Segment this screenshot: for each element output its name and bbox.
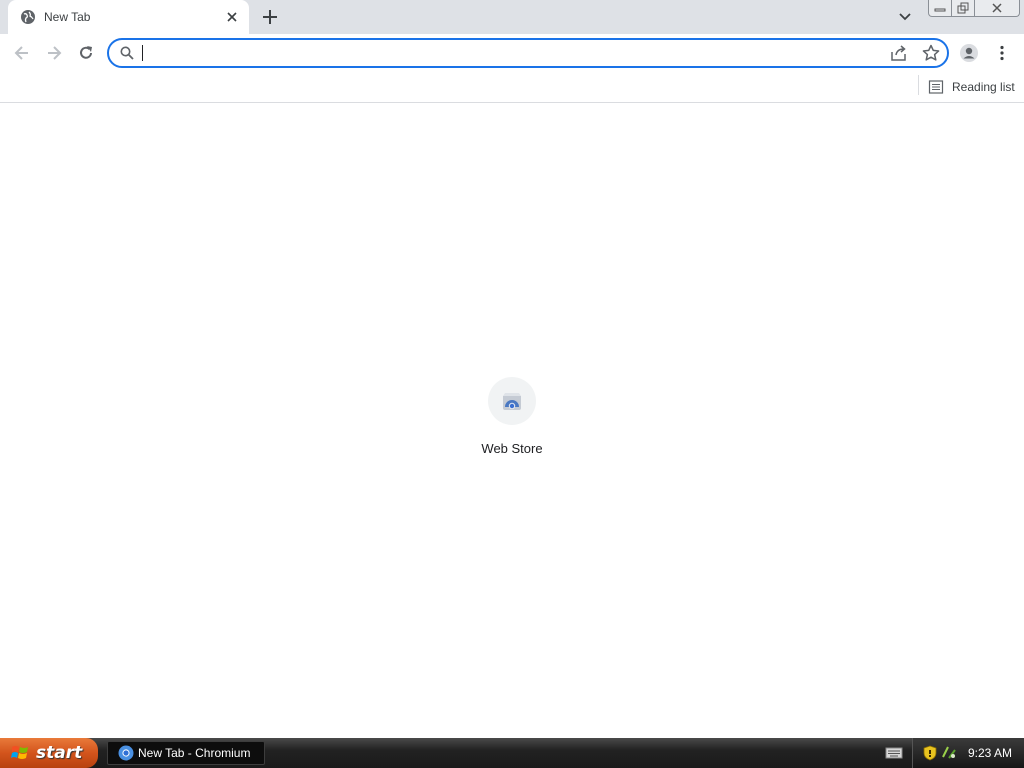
new-tab-button[interactable] (259, 6, 281, 28)
bookmark-star-icon[interactable] (921, 43, 941, 63)
avatar-icon (960, 44, 978, 62)
shortcut-tile-web-store[interactable]: Web Store (472, 375, 552, 459)
restore-icon (957, 2, 969, 14)
network-icon[interactable] (941, 744, 957, 760)
restore-button[interactable] (951, 0, 975, 17)
reading-list-label: Reading list (952, 80, 1015, 94)
reading-list-icon (928, 80, 944, 94)
search-icon (120, 46, 134, 60)
share-icon[interactable] (889, 44, 909, 62)
windows-logo-icon (11, 746, 28, 759)
tab-strip: New Tab (0, 0, 1024, 34)
reload-button[interactable] (75, 42, 97, 64)
window-controls (928, 0, 1020, 18)
bookmarks-separator (918, 75, 919, 95)
security-shield-icon[interactable] (923, 745, 937, 761)
globe-icon (21, 10, 35, 24)
chromium-icon (118, 745, 134, 761)
bookmarks-bar: Reading list (0, 72, 1024, 103)
more-vert-icon (1000, 45, 1004, 61)
keyboard-icon[interactable] (885, 746, 903, 760)
omnibox-input[interactable] (141, 43, 841, 63)
close-tab-icon[interactable] (224, 9, 240, 25)
reload-icon (80, 46, 92, 59)
profile-button[interactable] (958, 42, 980, 64)
close-icon (992, 3, 1002, 13)
tab-new-tab[interactable]: New Tab (8, 0, 249, 34)
minimize-button[interactable] (928, 0, 952, 17)
start-button[interactable]: start (0, 738, 98, 768)
omnibox[interactable] (107, 38, 949, 68)
clock: 9:23 AM (968, 746, 1013, 760)
shortcut-icon-container (488, 377, 536, 425)
toolbar (0, 34, 1024, 72)
shortcut-title: Web Store (481, 441, 543, 456)
forward-arrow-icon (48, 46, 62, 60)
forward-button[interactable] (43, 42, 65, 64)
new-tab-page: Web Store (0, 103, 1024, 738)
taskbar: start New Tab - Chromium 9:23 AM (0, 738, 1024, 768)
tab-title: New Tab (44, 10, 91, 24)
back-button[interactable] (11, 42, 33, 64)
menu-button[interactable] (991, 42, 1013, 64)
start-label: start (36, 743, 83, 763)
reading-list-button[interactable]: Reading list (928, 76, 1015, 98)
minimize-icon (934, 8, 946, 12)
web-store-icon (503, 393, 521, 410)
text-caret (142, 45, 143, 61)
system-tray: 9:23 AM (912, 738, 1024, 768)
back-arrow-icon (14, 46, 28, 60)
tab-search-chevron-icon[interactable] (895, 8, 915, 26)
close-window-button[interactable] (974, 0, 1020, 17)
taskbar-item-label: New Tab - Chromium (138, 746, 251, 760)
taskbar-item-chromium[interactable]: New Tab - Chromium (107, 741, 265, 765)
